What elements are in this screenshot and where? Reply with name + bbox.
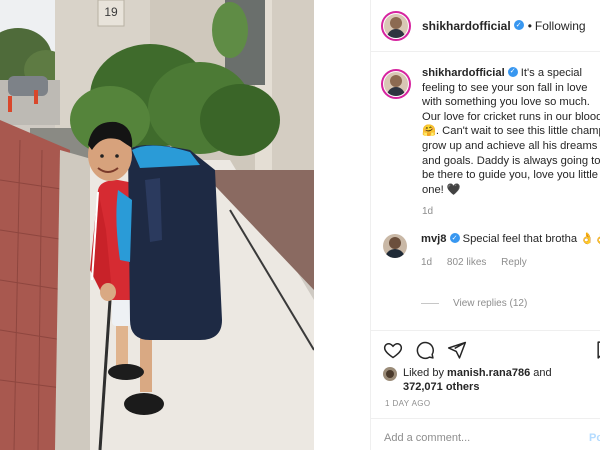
post-caption: shikhardofficial ✓ It's a special feeling…	[381, 66, 600, 217]
comment-text: Special feel that brotha 👌👌	[462, 233, 600, 245]
action-icons	[383, 340, 467, 360]
heart-icon[interactable]	[383, 340, 403, 360]
share-icon[interactable]	[447, 340, 467, 360]
comment-meta: 1d 802 likes Reply	[421, 257, 600, 268]
add-comment-input[interactable]: Add a comment...	[384, 432, 470, 444]
post-header: shikhardofficial ✓ • Following	[371, 0, 600, 52]
post-photo[interactable]: 19	[0, 0, 314, 450]
liker-avatar[interactable]	[383, 367, 397, 381]
verified-badge-icon: ✓	[449, 233, 460, 244]
comment-time[interactable]: 1d	[421, 257, 432, 268]
photo-illustration: 19	[0, 0, 314, 450]
post-detail-panel: shikhardofficial ✓ • Following shikhardof…	[370, 0, 600, 450]
commenter-avatar[interactable]	[383, 234, 407, 258]
comment-text-block: mvj8 ✓ Special feel that brotha 👌👌	[421, 232, 600, 247]
author-username-text[interactable]: shikhardofficial	[422, 19, 511, 33]
commenter-username[interactable]: mvj8	[421, 233, 447, 245]
likes-count[interactable]: 372,071 others	[403, 381, 479, 393]
comment-item: mvj8 ✓ Special feel that brotha 👌👌 1d 802…	[383, 232, 600, 268]
liker-username[interactable]: manish.rana786	[447, 367, 530, 379]
add-comment-bar: Add a comment... Post	[371, 418, 600, 450]
view-replies-label[interactable]: View replies (12)	[453, 298, 527, 309]
verified-badge-icon: ✓	[513, 20, 524, 31]
author-username[interactable]: shikhardofficial ✓	[422, 19, 524, 33]
comment-icon[interactable]	[415, 340, 435, 360]
liked-by-row: Liked by manish.rana786 and 372,071 othe…	[383, 366, 552, 394]
caption-timestamp[interactable]: 1d	[422, 206, 600, 217]
liked-by-prefix: Liked by	[403, 367, 444, 379]
replies-divider	[421, 303, 439, 304]
caption-author-avatar[interactable]	[381, 69, 411, 99]
post-actions: Liked by manish.rana786 and 372,071 othe…	[371, 330, 600, 400]
liked-by-and: and	[533, 367, 552, 379]
comment-reply-button[interactable]: Reply	[501, 257, 527, 268]
header-separator: •	[527, 18, 532, 33]
caption-text: It's a special feeling to see your son f…	[422, 67, 600, 196]
post-comment-button[interactable]: Post	[589, 432, 600, 444]
view-replies-button[interactable]: View replies (12)	[421, 298, 527, 309]
post-timestamp[interactable]: 1 DAY AGO	[385, 399, 431, 408]
following-button[interactable]: Following	[535, 19, 586, 33]
caption-text-block: shikhardofficial ✓ It's a special feeling…	[422, 66, 600, 197]
comment-likes[interactable]: 802 likes	[447, 257, 486, 268]
caption-username[interactable]: shikhardofficial	[422, 67, 505, 79]
liked-by-text: Liked by manish.rana786 and 372,071 othe…	[403, 366, 552, 394]
bookmark-icon[interactable]	[594, 340, 600, 360]
verified-badge-icon: ✓	[507, 67, 518, 78]
house-number: 19	[104, 5, 118, 19]
author-avatar[interactable]	[381, 10, 411, 41]
